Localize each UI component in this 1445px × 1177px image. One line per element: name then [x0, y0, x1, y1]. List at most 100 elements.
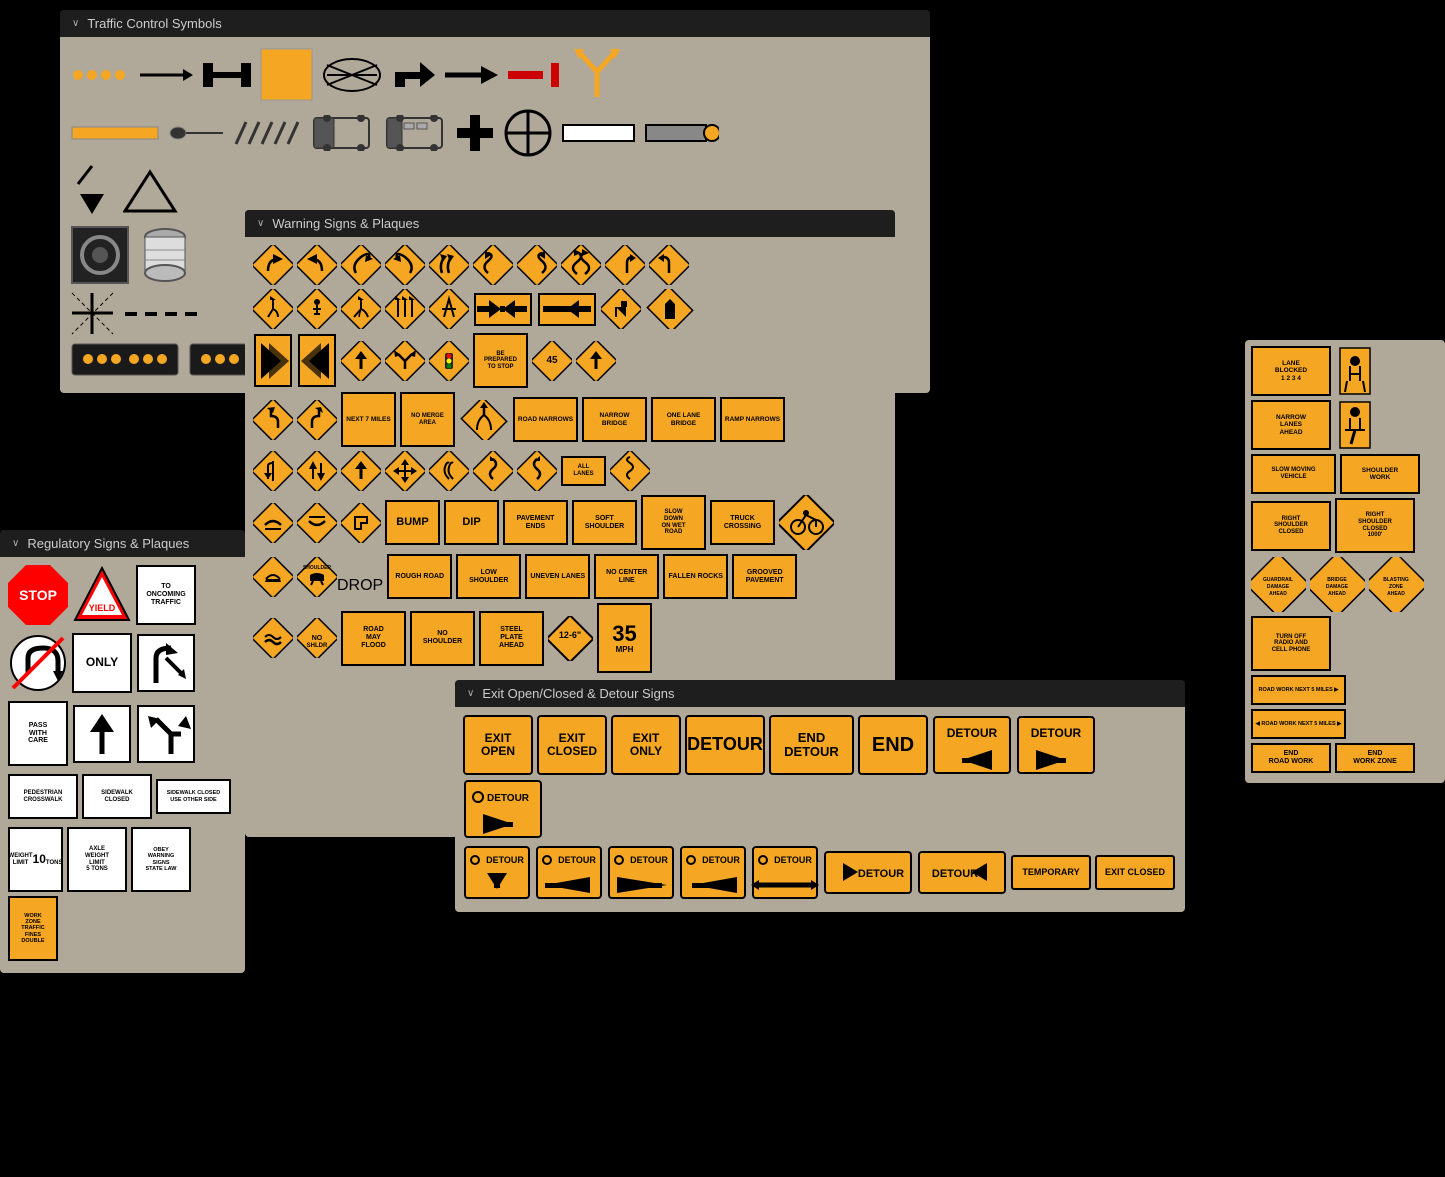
right-chevron-sign[interactable]: [253, 333, 293, 388]
two-way-left-sign[interactable]: [253, 451, 293, 491]
up-left-arrow-sign[interactable]: [601, 289, 641, 329]
curve-left-sign[interactable]: [253, 245, 293, 285]
exit-open-sign[interactable]: EXITOPEN: [463, 715, 533, 775]
worker-dig-icon[interactable]: [1335, 400, 1375, 450]
sidewalk-closed-sign[interactable]: SIDEWALKCLOSED: [82, 774, 152, 819]
fallen-rocks-sign[interactable]: FALLEN ROCKS: [663, 554, 728, 599]
wide-arrow-sign[interactable]: [645, 289, 695, 329]
yield-sign[interactable]: YIELD: [72, 565, 132, 625]
led-array-symbol-1[interactable]: [70, 342, 180, 377]
uneven-lanes-sign[interactable]: UNEVEN LANES: [525, 554, 590, 599]
two-way-traffic-diamond-sign[interactable]: [385, 451, 425, 491]
bike-detour-down-sign[interactable]: DETOUR: [463, 845, 531, 900]
wand-symbol[interactable]: [168, 119, 223, 147]
stop-sign[interactable]: STOP: [8, 565, 68, 625]
axle-weight-sign[interactable]: AXLEWEIGHTLIMIT5 TONS: [67, 827, 127, 892]
truck-symbol[interactable]: [309, 115, 374, 151]
white-rect-symbol[interactable]: [561, 117, 636, 149]
up-arrow-diamond3-sign[interactable]: [341, 451, 381, 491]
dip-diamond-sign[interactable]: [297, 503, 337, 543]
only-sign[interactable]: ONLY: [72, 633, 132, 693]
bike-detour-sign[interactable]: DETOUR: [463, 779, 543, 839]
s-curve-left-sign[interactable]: [473, 451, 513, 491]
ped-cross-sign[interactable]: [429, 289, 469, 329]
dropdown-sign[interactable]: SHOULDERDROP: [297, 557, 383, 597]
bike-detour-right-sign[interactable]: DETOUR: [679, 845, 747, 900]
bump-rect-sign[interactable]: BUMP: [385, 500, 440, 545]
orange-square-symbol[interactable]: [259, 47, 314, 102]
turn-right-only-sign[interactable]: [136, 633, 196, 693]
no-shoulder-sign[interactable]: NOSHOULDER: [410, 611, 475, 666]
curve-left2-sign[interactable]: [341, 245, 381, 285]
multi-arrow-sign[interactable]: [385, 289, 425, 329]
narrow-lanes-ahead-sign[interactable]: NARROWLANESAHEAD: [1251, 400, 1331, 450]
speed-limit-diamond-sign[interactable]: 45: [532, 341, 572, 381]
no-shoulder-diamond-sign[interactable]: NO SHLDR: [297, 618, 337, 658]
merge-left-sign[interactable]: [253, 289, 293, 329]
slow-moving-vehicle-sign[interactable]: SLOW MOVINGVEHICLE: [1251, 454, 1336, 494]
up-arrow-diamond2-sign[interactable]: [576, 341, 616, 381]
orange-bar-symbol[interactable]: [70, 119, 160, 147]
road-may-flood-sign[interactable]: ROADMAYFLOOD: [341, 611, 406, 666]
orange-circle-rect-symbol[interactable]: [644, 117, 719, 149]
worker-icon[interactable]: [1335, 346, 1375, 396]
exit-chevron[interactable]: ∨: [467, 688, 474, 699]
detour-right-arrow-sign[interactable]: DETOUR: [1016, 715, 1096, 775]
slow-down-wet-road-sign[interactable]: SLOWDOWNON WETROAD: [641, 495, 706, 550]
motorcycle-sign[interactable]: [779, 495, 834, 550]
flood-diamond-sign[interactable]: [253, 618, 293, 658]
diagonal-lines-symbol[interactable]: [231, 119, 301, 147]
sensor-symbol[interactable]: [70, 225, 130, 285]
rough-road-sign[interactable]: ROUGH ROAD: [387, 554, 452, 599]
road-narrows-sign[interactable]: ROAD NARROWS: [513, 397, 578, 442]
end-detour-sign[interactable]: ENDDETOUR: [769, 715, 854, 775]
work-zone-sign[interactable]: WORKZONETRAFFICFINESDOUBLE: [8, 896, 58, 961]
obey-warning-sign[interactable]: OBEYWARNINGSIGNSSTATE LAW: [131, 827, 191, 892]
shoulder-work-sign[interactable]: SHOULDERWORK: [1340, 454, 1420, 494]
bike-detour-both-sign[interactable]: DETOUR: [751, 845, 819, 900]
two-way-up-sign[interactable]: [297, 451, 337, 491]
bump-diamond-sign[interactable]: [253, 503, 293, 543]
drum-symbol[interactable]: [138, 225, 193, 285]
sharp-curve-sign[interactable]: [605, 245, 645, 285]
traffic-light-diamond-sign[interactable]: [429, 341, 469, 381]
circle-cross-symbol[interactable]: [503, 108, 553, 158]
lane-blocked-sign[interactable]: LANEBLOCKED1 2 3 4: [1251, 346, 1331, 396]
h-barrier-symbol[interactable]: [201, 61, 251, 89]
left-arrow-rect-sign[interactable]: [473, 292, 533, 327]
y-fork-symbol[interactable]: [569, 47, 624, 102]
winding-left-sign[interactable]: [561, 245, 601, 285]
dashed-line-symbol[interactable]: [123, 304, 203, 324]
to-oncoming-traffic-sign[interactable]: TOONCOMINGTRAFFIC: [136, 565, 196, 625]
pavement-ends-diamond-sign[interactable]: [341, 503, 381, 543]
double-line-symbol[interactable]: [138, 64, 193, 86]
split-arrow-diamond-sign[interactable]: [385, 341, 425, 381]
be-prepared-stop-sign[interactable]: BEPREPAREDTO STOP: [473, 333, 528, 388]
cross-symbol[interactable]: [455, 113, 495, 153]
left-chevron-sign[interactable]: [297, 333, 337, 388]
one-lane-bridge-sign[interactable]: ONE LANE BRIDGE: [651, 397, 716, 442]
slippery-road-sign[interactable]: [429, 451, 469, 491]
reverse-curve-left-sign[interactable]: [473, 245, 513, 285]
warning-chevron[interactable]: ∨: [257, 218, 264, 229]
right-arrow-rect-sign[interactable]: [537, 292, 597, 327]
up-arrow-diamond-sign[interactable]: [341, 341, 381, 381]
pavement-ends-sign[interactable]: PAVEMENTENDS: [503, 500, 568, 545]
grooved-pavement-sign[interactable]: GROOVED PAVEMENT: [732, 554, 797, 599]
detour-black-right-sign[interactable]: DETOUR: [917, 850, 1007, 895]
detour-left-arrow-sign[interactable]: DETOUR: [932, 715, 1012, 775]
bent-arrow-symbol[interactable]: [390, 57, 435, 93]
turn-sign[interactable]: [649, 245, 689, 285]
turn-off-sign[interactable]: TURN OFFRADIO ANDCELL PHONE: [1251, 616, 1331, 671]
grid-symbol[interactable]: [70, 291, 115, 336]
weight-limit-sign[interactable]: WEIGHTLIMIT10TONS: [8, 827, 63, 892]
guardrail-damage-sign[interactable]: GUARDRAIL DAMAGE AHEAD: [1251, 557, 1306, 612]
soft-shoulder-sign[interactable]: SOFTSHOULDER: [572, 500, 637, 545]
blasting-zone-sign[interactable]: BLASTING ZONE AHEAD: [1369, 557, 1424, 612]
steel-plate-sign[interactable]: STEELPLATEAHEAD: [479, 611, 544, 666]
winding-road-sign[interactable]: [610, 451, 650, 491]
led-arrow-symbol[interactable]: [70, 64, 130, 86]
barrel-symbol[interactable]: [322, 57, 382, 93]
reverse-curve-right-sign[interactable]: [517, 245, 557, 285]
up-left-arrow-sign2[interactable]: [136, 704, 196, 764]
